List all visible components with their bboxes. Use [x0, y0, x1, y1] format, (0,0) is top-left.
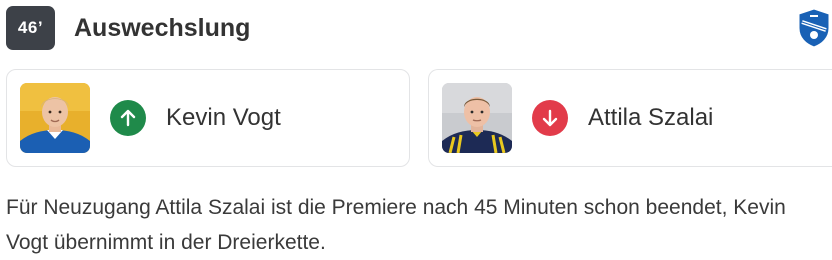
sub-out-arrow-icon	[532, 100, 568, 136]
event-title: Auswechslung	[74, 13, 251, 42]
event-header: 46’ Auswechslung	[6, 6, 832, 50]
player-out-card[interactable]: Attila Szalai	[428, 69, 832, 167]
minute-badge: 46’	[6, 6, 55, 50]
sub-in-arrow-icon	[110, 100, 146, 136]
player-in-card[interactable]: Kevin Vogt	[6, 69, 410, 167]
player-out-name[interactable]: Attila Szalai	[588, 104, 713, 132]
club-crest-icon	[798, 8, 830, 48]
player-in-avatar	[20, 83, 90, 153]
commentary-text: Für Neuzugang Attila Szalai ist die Prem…	[6, 196, 786, 254]
player-out-avatar	[442, 83, 512, 153]
player-in-name[interactable]: Kevin Vogt	[166, 104, 281, 132]
substitution-cards: Kevin Vogt Attila Szalai	[6, 69, 832, 167]
